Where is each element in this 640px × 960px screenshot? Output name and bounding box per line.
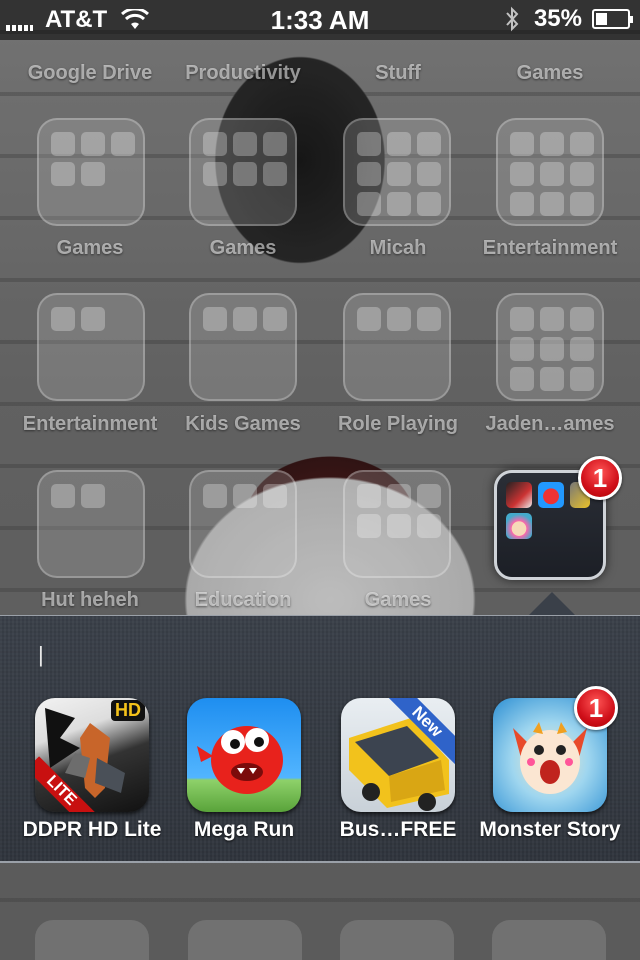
app-notification-badge: 1	[574, 686, 618, 730]
folder-label[interactable]: Jaden…ames	[470, 413, 630, 436]
folder-label[interactable]: Kids Games	[163, 413, 323, 436]
folder-label[interactable]: Productivity	[163, 62, 323, 85]
app-label: Bus…FREE	[339, 818, 457, 841]
folder-icon[interactable]	[189, 293, 297, 401]
folder-label[interactable]: Games	[10, 237, 170, 260]
battery-percentage: 35%	[533, 5, 582, 32]
battery-icon	[592, 9, 633, 29]
folder-icon[interactable]	[37, 470, 145, 578]
tray-pointer	[528, 592, 576, 616]
folder-tray: | HD LITE DDPR HD Lite Mega Run New Bus……	[0, 615, 640, 863]
app-label: Monster Story	[479, 818, 621, 841]
folder-icon[interactable]	[343, 118, 451, 226]
ddpr-mini-icon	[506, 482, 532, 508]
battery-level-fill	[596, 13, 607, 25]
folder-icon[interactable]	[189, 470, 297, 578]
folder-icon[interactable]	[37, 118, 145, 226]
app-bus-free[interactable]: New Bus…FREE	[318, 698, 478, 842]
folder-icon[interactable]	[189, 118, 297, 226]
status-bar: AT&T 1:33 AM 35%	[0, 0, 640, 40]
mega-run-artwork	[197, 726, 283, 794]
app-mega-run[interactable]: Mega Run	[164, 698, 324, 842]
dock-app-icon[interactable]	[188, 920, 302, 960]
folder-label[interactable]: Games	[470, 62, 630, 85]
mega-run-icon[interactable]	[187, 698, 301, 812]
folder-label[interactable]: Games	[318, 589, 478, 612]
monster-story-mini-icon	[506, 513, 532, 539]
hd-corner-label: HD	[111, 700, 145, 721]
folder-icon[interactable]	[37, 293, 145, 401]
folder-label[interactable]: Hut heheh	[10, 589, 170, 612]
bus-artwork	[349, 718, 449, 811]
bluetooth-icon	[506, 6, 519, 32]
app-label: Mega Run	[193, 818, 295, 841]
folder-notification-badge: 1	[578, 456, 622, 500]
status-right: 35%	[504, 5, 633, 33]
folder-name-field[interactable]: |	[38, 642, 44, 668]
ddpr-hd-lite-icon[interactable]: HD LITE	[35, 698, 149, 812]
folder-label[interactable]: Role Playing	[318, 413, 478, 436]
dock-app-icon[interactable]	[492, 920, 606, 960]
app-label: DDPR HD Lite	[22, 818, 162, 841]
folder-icon[interactable]	[343, 470, 451, 578]
folder-icon[interactable]	[496, 118, 604, 226]
bus-free-icon[interactable]: New	[341, 698, 455, 812]
folder-label[interactable]: Entertainment	[470, 237, 630, 260]
app-ddpr-hd-lite[interactable]: HD LITE DDPR HD Lite	[12, 698, 172, 842]
folder-icon[interactable]	[496, 293, 604, 401]
folder-label[interactable]: Entertainment	[10, 413, 170, 436]
folder-label[interactable]: Micah	[318, 237, 478, 260]
dock-app-icon[interactable]	[35, 920, 149, 960]
folder-label[interactable]: Stuff	[318, 62, 478, 85]
folder-label[interactable]: Google Drive	[10, 62, 170, 85]
folder-label[interactable]: Games	[163, 237, 323, 260]
folder-icon[interactable]	[343, 293, 451, 401]
dock-app-icon[interactable]	[340, 920, 454, 960]
text-cursor: |	[38, 642, 44, 667]
mega-run-mini-icon	[538, 482, 564, 508]
folder-label[interactable]: Education	[163, 589, 323, 612]
